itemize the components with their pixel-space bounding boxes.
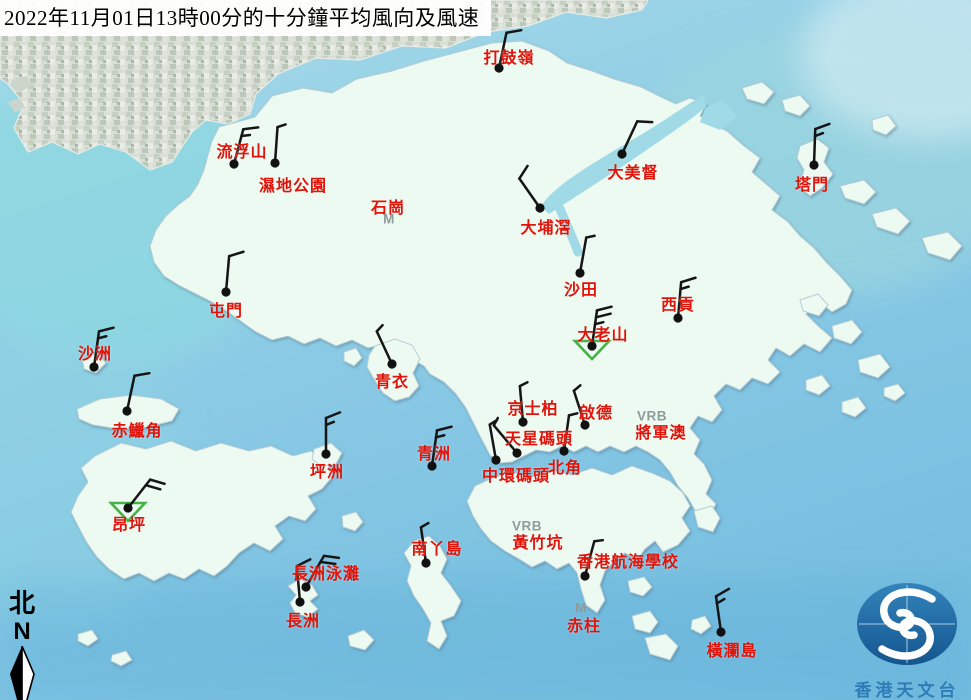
station-label-ngong-ping: 昂坪 — [112, 511, 146, 535]
station-label-central-pier: 中環碼頭 — [482, 462, 550, 486]
north-letter-label: N — [13, 618, 30, 646]
station-label-sha-tin: 沙田 — [564, 276, 598, 300]
station-label-ta-kwu-ling: 打鼓嶺 — [483, 44, 534, 68]
map-annotation-vrb-1: VRB — [637, 409, 667, 424]
station-label-wetland-park: 濕地公園 — [259, 172, 327, 196]
station-label-tap-mun: 塔門 — [795, 171, 829, 195]
station-label-star-ferry: 天星碼頭 — [505, 425, 573, 449]
station-label-tai-mei-tuk: 大美督 — [607, 159, 658, 183]
north-compass: 北 N — [4, 583, 40, 700]
station-label-lau-fau-shan: 流浮山 — [216, 138, 267, 162]
hko-logo-icon — [843, 578, 971, 670]
north-chinese-label: 北 — [9, 583, 35, 620]
map-annotation-m-0: M — [383, 212, 395, 227]
station-label-kai-tak: 啟德 — [579, 399, 613, 423]
station-label-waglan-island: 橫瀾島 — [706, 637, 757, 661]
station-label-tates-cairn: 大老山 — [577, 321, 628, 345]
station-label-tai-po-kau: 大埔滘 — [520, 214, 571, 238]
map-annotation-m-3: M — [575, 601, 587, 616]
station-labels-layer: 打鼓嶺流浮山濕地公園石崗大美督塔門大埔滘沙田屯門沙洲西貢大老山青衣赤鱲角京士柏啟… — [0, 0, 971, 700]
hko-logo: 香港天文台 HONG KONG OBSERVATORY — [843, 578, 971, 700]
north-arrow-icon — [7, 646, 37, 700]
station-label-north-point: 北角 — [548, 454, 582, 478]
map-title: 2022年11月01日13時00分的十分鐘平均風向及風速 — [0, 0, 491, 36]
station-label-sai-kung: 西貢 — [661, 291, 695, 315]
station-label-chek-lap-kok: 赤鱲角 — [111, 417, 162, 441]
wind-map: 打鼓嶺流浮山濕地公園石崗大美督塔門大埔滘沙田屯門沙洲西貢大老山青衣赤鱲角京士柏啟… — [0, 0, 971, 700]
station-label-lamma-island: 南丫島 — [411, 535, 462, 559]
station-label-stanley: 赤柱 — [567, 612, 601, 636]
hko-name-chinese: 香港天文台 — [843, 676, 971, 700]
map-annotation-vrb-2: VRB — [512, 519, 542, 534]
station-label-tuen-mun: 屯門 — [209, 297, 243, 321]
station-label-cheung-chau-beach: 長洲泳灘 — [292, 560, 360, 584]
station-label-sha-chau: 沙洲 — [78, 340, 112, 364]
station-label-hk-sea-school: 香港航海學校 — [577, 548, 679, 572]
station-label-green-island: 青洲 — [417, 440, 451, 464]
station-label-peng-chau: 坪洲 — [310, 458, 344, 482]
station-label-tsing-yi: 青衣 — [375, 368, 409, 392]
station-label-cheung-chau: 長洲 — [286, 607, 320, 631]
station-label-kings-park: 京士柏 — [507, 395, 558, 419]
